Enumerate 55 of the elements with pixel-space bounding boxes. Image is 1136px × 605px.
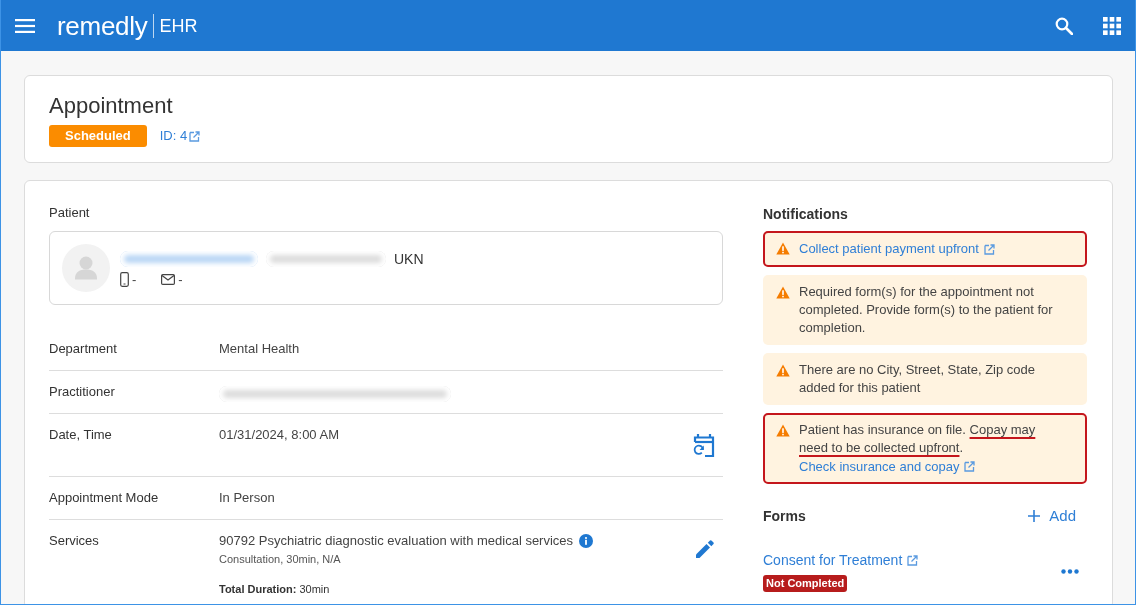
page-title: Appointment — [49, 92, 174, 120]
notification-link[interactable]: Collect patient payment upfront — [799, 240, 995, 258]
mail-icon — [161, 274, 176, 285]
status-badge: Scheduled — [49, 125, 147, 147]
edit-button[interactable] — [695, 539, 715, 559]
more-button[interactable] — [1061, 568, 1079, 574]
section-title: Notifications — [763, 205, 849, 223]
patient-gender: UKN — [394, 249, 424, 269]
warning-icon — [776, 285, 790, 299]
plus-icon — [1028, 510, 1041, 522]
external-link-icon — [907, 554, 919, 566]
field-label: Services — [49, 532, 100, 550]
section-label: Patient — [49, 205, 91, 221]
info-icon[interactable] — [579, 534, 594, 548]
search-icon — [1055, 16, 1073, 35]
form-link[interactable]: Consent for Treatment — [763, 551, 919, 569]
field-label: Practitioner — [49, 383, 116, 401]
grid-icon — [1103, 16, 1121, 35]
field-value: In Person — [219, 489, 276, 507]
notification-text: Required form(s) for the appointment not completed. Provide form(s) to the patient for completion. — [799, 282, 1054, 337]
field-value: 01/31/2024, 8:00 AM — [219, 426, 340, 444]
warning-icon — [776, 363, 790, 377]
field-label: Department — [49, 340, 118, 358]
phone-icon — [120, 272, 129, 287]
edit-icon — [695, 539, 715, 559]
more-icon — [1061, 568, 1079, 574]
service-name: 90792 Psychiatric diagnostic evaluation with medical services — [219, 532, 574, 550]
warning-icon — [776, 423, 790, 437]
email-value: - — [178, 271, 183, 288]
add-form-button[interactable]: Add — [1028, 506, 1076, 526]
menu-icon — [15, 18, 35, 33]
avatar-icon — [62, 244, 110, 292]
field-label: Appointment Mode — [49, 489, 160, 507]
field-label: Date, Time — [49, 426, 113, 444]
notification-link[interactable]: Check insurance and copay — [799, 457, 976, 476]
field-value: Mental Health — [219, 340, 301, 358]
notification-text: Patient has insurance on file. Copay may need to be collected upfront. — [799, 420, 1037, 457]
external-link-icon — [983, 243, 995, 255]
product-name: EHR — [159, 14, 198, 37]
apps-button[interactable] — [1103, 16, 1121, 35]
status-badge: Not Completed — [763, 574, 848, 592]
external-link-icon — [189, 130, 201, 142]
external-link-icon — [964, 461, 976, 472]
appointment-id-link[interactable]: ID: 4 — [159, 126, 201, 146]
phone-value: - — [132, 271, 137, 288]
search-button[interactable] — [1055, 16, 1073, 35]
logo-text: remedly — [57, 10, 148, 41]
warning-icon — [776, 242, 790, 255]
notification-text: There are no City, Street, State, Zip code added for this patient — [799, 360, 1037, 397]
menu-button[interactable] — [15, 18, 35, 33]
section-title: Forms — [763, 507, 806, 525]
service-detail: Consultation, 30min, N/A — [219, 552, 342, 567]
reschedule-button[interactable] — [693, 433, 715, 457]
calendar-refresh-icon — [693, 433, 715, 457]
total-duration: Total Duration: 30min — [219, 582, 331, 597]
